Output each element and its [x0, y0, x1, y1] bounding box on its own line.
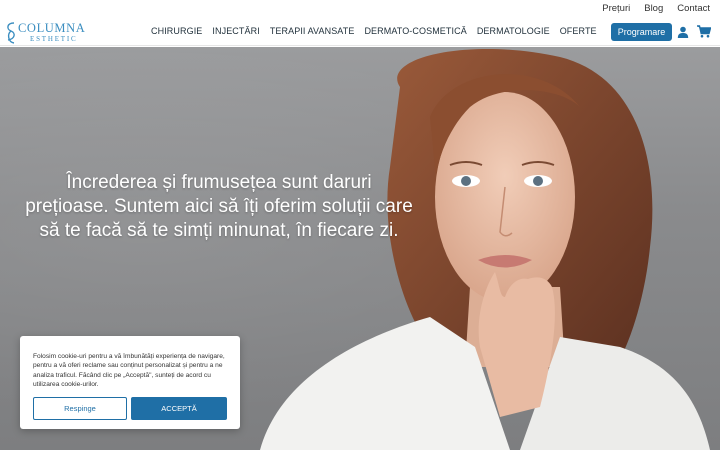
user-icon[interactable] — [677, 26, 689, 38]
appointment-button[interactable]: Programare — [611, 23, 672, 41]
top-links: Prețuri Blog Contact — [602, 3, 710, 14]
nav-item-oferte[interactable]: OFERTE — [560, 26, 597, 36]
logo-brand: COLUMNA — [18, 21, 86, 35]
nav-item-chirurgie[interactable]: CHIRURGIE — [151, 26, 202, 36]
logo[interactable]: COLUMNA ESTHETIC — [4, 20, 94, 46]
nav-item-dermatologie[interactable]: DERMATOLOGIE — [477, 26, 550, 36]
contact-link[interactable]: Contact — [677, 3, 710, 14]
nav-item-injectari[interactable]: INJECTĂRI — [212, 26, 259, 36]
hero-headline: Încrederea și frumusețea sunt daruri pre… — [25, 172, 413, 241]
reject-cookies-button[interactable]: Respinge — [33, 397, 127, 420]
main-nav: CHIRURGIE INJECTĂRI TERAPII AVANSATE DER… — [151, 26, 597, 36]
top-bar: Prețuri Blog Contact — [0, 0, 720, 18]
main-header: COLUMNA ESTHETIC CHIRURGIE INJECTĂRI TER… — [0, 18, 720, 46]
prices-link[interactable]: Prețuri — [602, 3, 630, 14]
nav-item-dermato-cosmetica[interactable]: DERMATO-COSMETICĂ — [364, 26, 466, 36]
logo-subtitle: ESTHETIC — [30, 35, 78, 43]
accept-cookies-button[interactable]: ACCEPTĂ — [131, 397, 227, 420]
nav-item-terapii-avansate[interactable]: TERAPII AVANSATE — [270, 26, 355, 36]
cookie-consent-dialog: Folosim cookie-uri pentru a vă îmbunătăț… — [20, 336, 240, 429]
blog-link[interactable]: Blog — [644, 3, 663, 14]
cookie-message: Folosim cookie-uri pentru a vă îmbunătăț… — [33, 353, 225, 389]
cart-icon[interactable] — [697, 25, 711, 38]
